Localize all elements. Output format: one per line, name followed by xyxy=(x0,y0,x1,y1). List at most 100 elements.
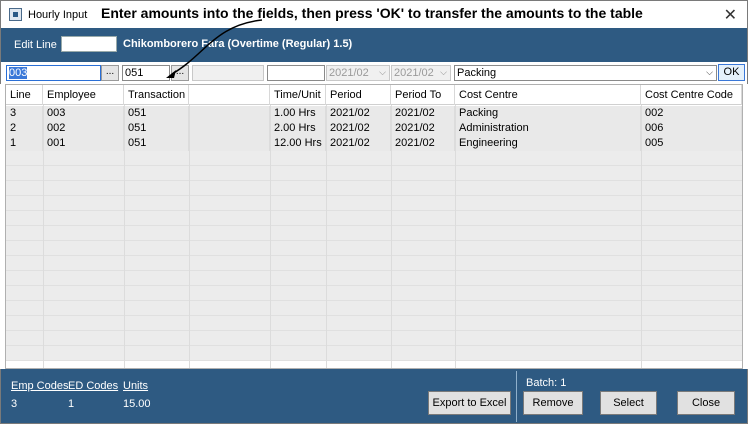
column-header[interactable]: Employee xyxy=(43,85,124,105)
chevron-down-icon: ⌵ xyxy=(440,67,447,77)
footer-band: Emp Codes 3 ED Codes 1 Units 15.00 Expor… xyxy=(0,369,748,424)
batch-label: Batch: 1 xyxy=(526,377,567,389)
column-divider xyxy=(326,105,327,368)
emp-codes-link[interactable]: Emp Codes xyxy=(11,380,68,392)
period-from-value: 2021/02 xyxy=(329,67,369,79)
table-row[interactable]: 2 002 051 2.00 Hrs 2021/02 2021/02 Administrat… xyxy=(6,121,742,136)
edit-line-field[interactable] xyxy=(61,36,117,52)
table-cell: 2021/02 xyxy=(326,136,391,151)
footer-divider xyxy=(516,371,517,422)
empty-row xyxy=(6,256,742,271)
period-to-value: 2021/02 xyxy=(394,67,434,79)
table-row[interactable]: 1 001 051 12.00 Hrs 2021/02 2021/02 Engineerin… xyxy=(6,136,742,151)
ok-button[interactable]: OK xyxy=(718,64,745,81)
table-header: LineEmployeeTransaction Time/UnitPeriod F… xyxy=(6,85,742,121)
close-button[interactable]: Close xyxy=(677,391,735,415)
column-header[interactable]: Time/Unit xyxy=(270,85,326,105)
chevron-down-icon: ⌵ xyxy=(706,67,713,77)
units-value: 15.00 xyxy=(123,398,151,410)
table-row[interactable]: 3 003 051 1.00 Hrs 2021/02 2021/02 Packing 002 xyxy=(6,106,742,121)
column-divider xyxy=(455,105,456,368)
column-divider xyxy=(43,105,44,368)
employee-input[interactable]: 003 xyxy=(6,65,101,81)
column-header[interactable]: Transaction xyxy=(124,85,189,105)
empty-row xyxy=(6,271,742,286)
table-cell: 051 xyxy=(124,106,189,121)
employee-input-value: 003 xyxy=(9,67,28,79)
table-cell: 1 xyxy=(6,136,43,151)
ed-codes-value: 1 xyxy=(68,398,75,410)
table-cell: 1.00 Hrs xyxy=(270,106,326,121)
edit-line-description: Chikomborero Fara (Overtime (Regular) 1.… xyxy=(123,38,353,50)
table-cell xyxy=(189,121,270,136)
empty-row xyxy=(6,286,742,301)
table-cell: 005 xyxy=(641,136,742,151)
app-icon xyxy=(9,8,22,21)
hourly-input-table: LineEmployeeTransaction Time/UnitPeriod F… xyxy=(5,84,743,369)
empty-row xyxy=(6,226,742,241)
instruction-annotation: Enter amounts into the fields, then pres… xyxy=(101,5,643,21)
table-cell: 001 xyxy=(43,136,124,151)
period-to-select: 2021/02 ⌵ xyxy=(391,65,451,81)
table-cell: 2 xyxy=(6,121,43,136)
column-header[interactable]: Period To xyxy=(391,85,455,105)
empty-row xyxy=(6,316,742,331)
column-header[interactable]: Line xyxy=(6,85,43,105)
table-cell xyxy=(189,136,270,151)
table-cell: Administration xyxy=(455,121,641,136)
empty-row xyxy=(6,181,742,196)
period-from-select: 2021/02 ⌵ xyxy=(326,65,390,81)
edit-line-band: Edit Line Chikomborero Fara (Overtime (R… xyxy=(0,28,748,62)
transaction-lookup-button[interactable]: ... xyxy=(171,65,189,81)
edit-line-label: Edit Line xyxy=(14,39,57,51)
column-divider xyxy=(391,105,392,368)
table-cell: 2021/02 xyxy=(391,136,455,151)
description-field xyxy=(192,65,264,81)
empty-row xyxy=(6,241,742,256)
column-header[interactable]: Cost Centre xyxy=(455,85,641,105)
column-header[interactable] xyxy=(189,85,270,105)
column-divider xyxy=(270,105,271,368)
units-link[interactable]: Units xyxy=(123,380,148,392)
time-unit-input[interactable] xyxy=(267,65,325,81)
table-cell: 002 xyxy=(43,121,124,136)
table-cell: Engineering xyxy=(455,136,641,151)
table-cell: 051 xyxy=(124,136,189,151)
table-cell xyxy=(189,106,270,121)
table-cell: 2.00 Hrs xyxy=(270,121,326,136)
table-cell: Packing xyxy=(455,106,641,121)
table-cell: 2021/02 xyxy=(326,121,391,136)
employee-lookup-button[interactable]: ... xyxy=(101,65,119,81)
column-header[interactable]: Period From xyxy=(326,85,391,121)
table-cell: 2021/02 xyxy=(391,121,455,136)
export-to-excel-button[interactable]: Export to Excel xyxy=(428,391,511,415)
cost-centre-value: Packing xyxy=(457,67,497,79)
chevron-down-icon: ⌵ xyxy=(379,67,386,77)
window-title: Hourly Input xyxy=(28,9,88,21)
table-cell: 051 xyxy=(124,121,189,136)
empty-row xyxy=(6,331,742,346)
remove-button[interactable]: Remove xyxy=(523,391,583,415)
table-cell: 002 xyxy=(641,106,742,121)
emp-codes-value: 3 xyxy=(11,398,18,410)
column-header[interactable]: Cost Centre Code xyxy=(641,85,742,105)
transaction-input[interactable]: 051 xyxy=(122,65,170,81)
table-cell: 003 xyxy=(43,106,124,121)
table-cell: 006 xyxy=(641,121,742,136)
empty-row xyxy=(6,166,742,181)
select-button[interactable]: Select xyxy=(600,391,657,415)
table-cell: 2021/02 xyxy=(326,106,391,121)
table-cell: 3 xyxy=(6,106,43,121)
cost-centre-select[interactable]: Packing ⌵ xyxy=(454,65,717,81)
table-cell: 2021/02 xyxy=(391,106,455,121)
column-divider xyxy=(189,105,190,368)
column-divider xyxy=(124,105,125,368)
empty-row xyxy=(6,301,742,316)
empty-row xyxy=(6,346,742,361)
input-row: 003 ... 051 ... 2021/02 ⌵ 2021/02 ⌵ Packin… xyxy=(0,62,748,84)
table-cell: 12.00 Hrs xyxy=(270,136,326,151)
ed-codes-link[interactable]: ED Codes xyxy=(68,380,118,392)
title-bar: Hourly Input Enter amounts into the fiel… xyxy=(0,0,748,28)
close-window-icon[interactable]: ✕ xyxy=(724,5,737,25)
empty-row xyxy=(6,196,742,211)
